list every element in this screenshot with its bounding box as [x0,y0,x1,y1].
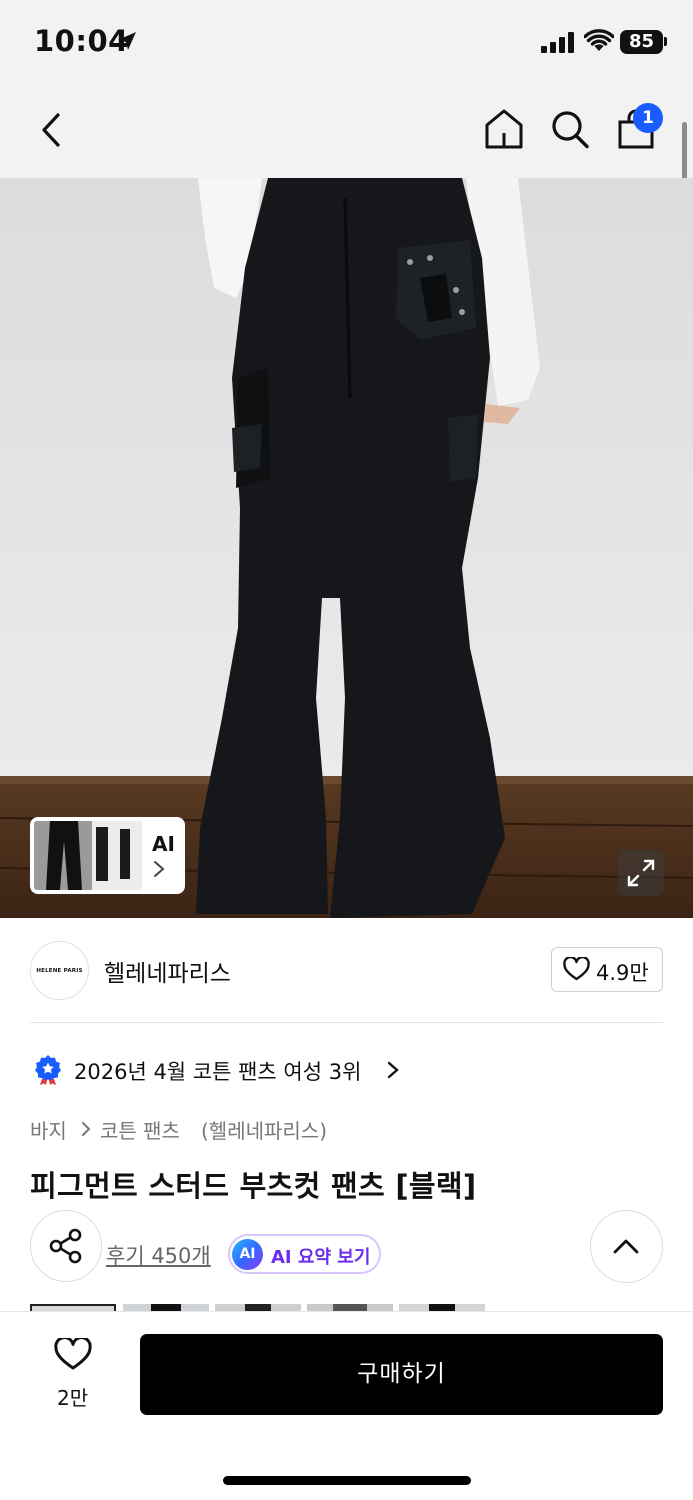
battery-tip [664,37,667,46]
buy-button[interactable]: 구매하기 [140,1334,663,1415]
ranking-link[interactable]: 2026년 4월 코튼 팬츠 여성 3위 [74,1056,361,1086]
product-title: 피그먼트 스터드 부츠컷 팬츠 [블랙] [30,1169,477,1203]
brand-like-count: 4.9만 [596,961,649,985]
brand-logo[interactable]: HELENE PARIS [30,941,89,1000]
thumbnail-image[interactable] [34,821,142,890]
section-divider [30,1022,663,1023]
breadcrumb-category[interactable]: 바지 [30,1115,67,1144]
ranking-badge-icon [35,1055,61,1085]
wifi-icon [584,29,614,51]
breadcrumb-brand[interactable]: (헬레네파리스) [201,1115,327,1144]
breadcrumb-subcategory[interactable]: 코튼 팬츠 [100,1115,180,1144]
product-photo [0,178,693,918]
home-indicator [223,1476,471,1485]
brand-name[interactable]: 헬레네파리스 [104,954,231,988]
ai-summary-label: AI 요약 보기 [271,1247,371,1268]
back-arrow-icon[interactable] [38,113,66,147]
ai-label: AI [152,832,175,856]
review-count-link[interactable]: 후기 450개 [106,1240,211,1270]
battery-indicator: 85 [620,30,663,54]
search-icon[interactable] [550,108,590,150]
heart-outline-icon[interactable] [54,1338,92,1372]
product-hero-image[interactable] [0,178,693,918]
expand-image-button[interactable] [618,850,664,896]
chevron-up-icon [613,1239,639,1254]
status-time: 10:04 [34,24,129,58]
breadcrumb-chevron-icon [82,1122,91,1136]
thumbnail-photo [34,821,142,890]
cart-count-badge: 1 [633,103,663,133]
heart-outline-icon [563,957,590,981]
wish-count: 2만 [57,1386,89,1410]
chevron-right-icon [387,1061,399,1079]
home-icon[interactable] [484,108,524,150]
share-icon [49,1228,82,1264]
cellular-signal-icon [541,32,574,53]
ai-badge-icon: AI [232,1239,263,1270]
location-arrow-icon [118,32,136,50]
expand-icon [627,859,655,887]
chevron-right-icon [154,861,165,877]
